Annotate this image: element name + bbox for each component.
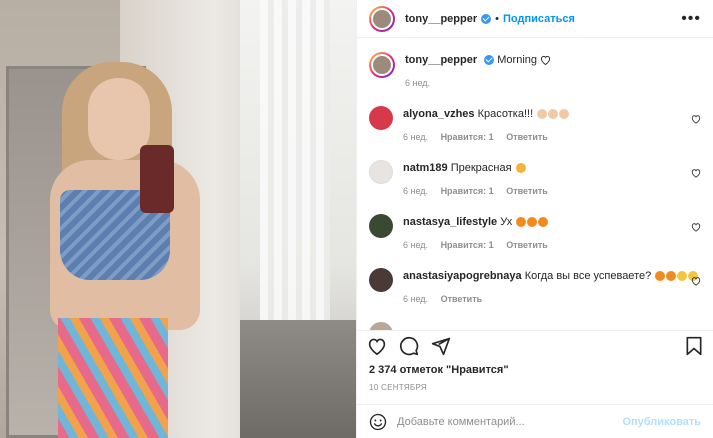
- like-comment-heart-icon[interactable]: [691, 276, 701, 286]
- clap-emoji-icon: [559, 109, 570, 120]
- post-header: tony__pepper • Подписаться •••: [357, 0, 713, 38]
- post-sidebar: tony__pepper • Подписаться ••• tony__pep…: [356, 0, 713, 438]
- comment-bubble-icon[interactable]: [399, 336, 419, 356]
- fire-emoji-icon: [538, 217, 549, 228]
- post-caption: tony__pepper Morning 6 нед.: [369, 52, 701, 88]
- post-photo[interactable]: [0, 0, 356, 438]
- comment-item: anastasiyapogrebnaya Когда вы все успева…: [369, 268, 701, 304]
- comments-list[interactable]: tony__pepper Morning 6 нед. alyona_vzhes…: [357, 38, 713, 330]
- like-heart-icon[interactable]: [367, 337, 387, 355]
- comment-username[interactable]: natm189: [403, 162, 448, 174]
- comment-likes[interactable]: Нравится: 1: [441, 132, 494, 142]
- verified-badge-icon: [484, 55, 495, 66]
- post-actions: [357, 330, 713, 360]
- post-date[interactable]: 10 СЕНТЯБРЯ: [369, 383, 427, 392]
- commenter-avatar[interactable]: [369, 268, 393, 292]
- comment-time: 6 нед.: [403, 132, 429, 142]
- photo-phone: [140, 145, 174, 213]
- commenter-avatar[interactable]: [369, 106, 393, 130]
- comment-item: alyona_vzhes Красотка!!! 6 нед. Нравится…: [369, 106, 701, 142]
- comment-time: 6 нед.: [403, 294, 429, 304]
- publish-button[interactable]: Опубликовать: [622, 416, 701, 428]
- photo-curtain: [260, 0, 330, 330]
- comment-text: Прекрасная: [450, 162, 512, 174]
- comment-username[interactable]: alyona_vzhes: [403, 108, 475, 120]
- reply-button[interactable]: Ответить: [506, 132, 548, 142]
- reply-button[interactable]: Ответить: [506, 240, 548, 250]
- comment-time: 6 нед.: [403, 240, 429, 250]
- fire-emoji-icon: [527, 217, 538, 228]
- caption-time: 6 нед.: [405, 78, 431, 88]
- more-options-icon[interactable]: •••: [681, 10, 701, 28]
- fire-emoji-icon: [666, 271, 677, 282]
- commenter-avatar[interactable]: [369, 160, 393, 184]
- comment-likes[interactable]: Нравится: 1: [441, 186, 494, 196]
- commenter-avatar[interactable]: [369, 322, 393, 330]
- comment-text: Красотка!!!: [477, 108, 534, 120]
- heart-eyes-emoji-icon: [515, 163, 526, 174]
- save-bookmark-icon[interactable]: [685, 336, 703, 356]
- fire-emoji-icon: [516, 217, 527, 228]
- verified-badge-icon: [481, 13, 492, 24]
- share-paper-plane-icon[interactable]: [431, 336, 451, 356]
- like-comment-heart-icon[interactable]: [691, 114, 701, 124]
- instagram-post: tony__pepper • Подписаться ••• tony__pep…: [0, 0, 713, 438]
- author-avatar[interactable]: [369, 5, 395, 32]
- comment-username[interactable]: nastasya_lifestyle: [403, 216, 497, 228]
- clap-emoji-icon: [548, 109, 559, 120]
- fire-emoji-icon: [655, 271, 666, 282]
- like-comment-heart-icon[interactable]: [691, 168, 701, 178]
- clap-emoji-icon: [537, 109, 548, 120]
- comment-item-partial: [369, 322, 701, 330]
- comment-time: 6 нед.: [403, 186, 429, 196]
- comment-item: nastasya_lifestyle Ух 6 нед. Нравится: 1…: [369, 214, 701, 250]
- caption-avatar[interactable]: [369, 52, 395, 78]
- reply-button[interactable]: Ответить: [441, 294, 483, 304]
- commenter-avatar[interactable]: [369, 214, 393, 238]
- photo-leggings: [58, 318, 168, 438]
- author-username[interactable]: tony__pepper: [405, 13, 477, 25]
- comment-input[interactable]: [397, 415, 623, 428]
- add-comment-bar: Опубликовать: [357, 404, 713, 438]
- emoji-smiley-icon[interactable]: [369, 413, 387, 431]
- comment-text: Когда вы все успеваете?: [524, 270, 652, 282]
- reply-button[interactable]: Ответить: [506, 186, 548, 196]
- caption-username[interactable]: tony__pepper: [405, 54, 477, 66]
- caption-text: Morning: [497, 54, 538, 66]
- comment-item: natm189 Прекрасная 6 нед. Нравится: 1 От…: [369, 160, 701, 196]
- photo-sill: [240, 320, 356, 438]
- comment-text: Ух: [500, 216, 513, 228]
- heart-outline-icon: [541, 56, 551, 66]
- likes-count[interactable]: 2 374 отметок "Нравится": [369, 364, 509, 376]
- separator-dot: •: [495, 12, 499, 25]
- follow-button[interactable]: Подписаться: [503, 13, 575, 25]
- comment-likes[interactable]: Нравится: 1: [441, 240, 494, 250]
- scream-emoji-icon: [677, 271, 688, 282]
- comment-username[interactable]: anastasiyapogrebnaya: [403, 270, 522, 282]
- like-comment-heart-icon[interactable]: [691, 222, 701, 232]
